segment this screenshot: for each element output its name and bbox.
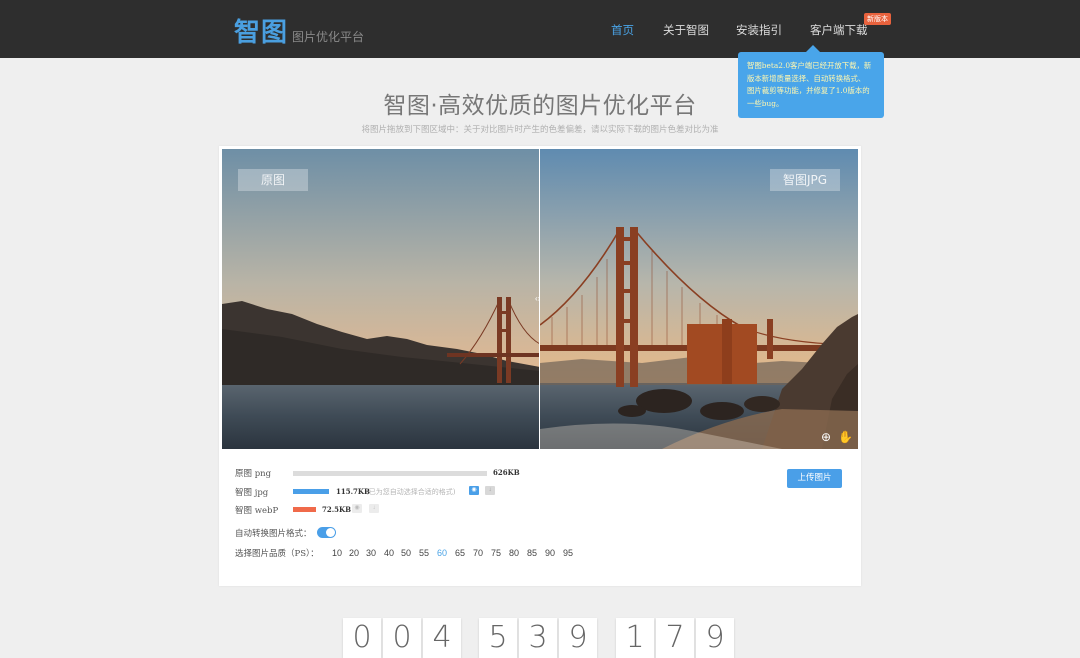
quality-option-80[interactable]: 80 (506, 548, 522, 558)
size-bar-original (293, 471, 487, 476)
upload-image-button[interactable]: 上传图片 (787, 469, 842, 488)
quality-option-30[interactable]: 30 (363, 548, 379, 558)
site-logo[interactable]: 智图 (234, 12, 288, 49)
counter-digit: 4 (432, 620, 452, 655)
quality-label: 选择图片品质（PS）： (235, 549, 319, 559)
counter-digit: 5 (488, 620, 508, 655)
quality-option-60[interactable]: 60 (434, 548, 450, 558)
counter-digit: 3 (528, 620, 548, 655)
quality-option-40[interactable]: 40 (381, 548, 397, 558)
drag-handle-icon[interactable]: ‹› (535, 295, 544, 303)
zoom-icon[interactable]: ⊕ (819, 430, 833, 444)
page-title: 智图·高效优质的图片优化平台 (383, 93, 697, 119)
image-compare-viewer[interactable]: 原图 智图JPG ‹› ⊕ ✋ (222, 149, 858, 449)
size-original: 626KB (493, 468, 520, 477)
size-webp: 72.5KB (322, 505, 352, 514)
counter-digit: 9 (568, 620, 588, 655)
size-bar-fill-original (293, 471, 487, 476)
top-header: 智图 图片优化平台 首页 关于智图 安装指引 客户端下载 新版本 (0, 0, 1080, 58)
counter-digit-box: 0 (383, 618, 421, 658)
nav-about[interactable]: 关于智图 (663, 22, 709, 38)
counter-digit: 1 (625, 620, 645, 655)
preview-webp-icon[interactable]: ◉ (352, 504, 362, 513)
auto-convert-label: 自动转换图片格式： (235, 529, 312, 539)
counter-digit: 0 (352, 620, 372, 655)
counter-digit: 0 (392, 620, 412, 655)
quality-option-55[interactable]: 55 (416, 548, 432, 558)
quality-option-90[interactable]: 90 (542, 548, 558, 558)
preview-jpg-icon[interactable]: ◉ (469, 486, 479, 495)
counter-digit-box: 4 (423, 618, 461, 658)
counter-digit: 7 (665, 620, 685, 655)
quality-option-95[interactable]: 95 (560, 548, 576, 558)
quality-option-65[interactable]: 65 (452, 548, 468, 558)
counter-digit-box: 9 (559, 618, 597, 658)
counter-digit-box: 7 (656, 618, 694, 658)
counter-digit-box: 0 (343, 618, 381, 658)
original-image-label: 原图 (238, 169, 308, 191)
stat-label-jpg: 智图 jpg (235, 488, 269, 498)
optimized-image-label: 智图JPG (770, 169, 840, 191)
page-subtitle: 将图片拖放到下图区域中：关于对比图片时产生的色差偏差，请以实际下载的图片色差对比… (361, 125, 719, 135)
stat-label-original: 原图 png (235, 469, 272, 479)
counter-digit-box: 1 (616, 618, 654, 658)
toggle-knob (326, 528, 335, 537)
nav-client-download[interactable]: 客户端下载 (810, 22, 868, 38)
download-webp-icon[interactable]: ↓ (369, 504, 379, 513)
size-jpg: 115.7KB (336, 487, 370, 496)
quality-option-75[interactable]: 75 (488, 548, 504, 558)
stat-label-webp: 智图 webP (235, 506, 279, 516)
tooltip-line: 版本新增质量选择、自动转换格式、 (747, 73, 866, 83)
counter-digit-box: 5 (479, 618, 517, 658)
tooltip-line: 智图beta2.0客户端已经开放下载，新 (747, 61, 872, 70)
tooltip-arrow (806, 45, 820, 52)
size-bar-fill-webp (293, 507, 316, 512)
download-jpg-icon[interactable]: ↓ (485, 486, 495, 495)
nav-home[interactable]: 首页 (611, 22, 634, 38)
compare-card: 原图 智图JPG ‹› ⊕ ✋ 原图 png 626KB 智图 jpg 115.… (219, 146, 861, 586)
new-version-badge: 新版本 (864, 13, 891, 25)
quality-option-85[interactable]: 85 (524, 548, 540, 558)
auto-format-note: (已为您自动选择合适的格式) (366, 488, 456, 496)
logo-subtitle: 图片优化平台 (292, 30, 365, 44)
quality-option-10[interactable]: 10 (329, 548, 345, 558)
quality-option-70[interactable]: 70 (470, 548, 486, 558)
counter-digit-box: 3 (519, 618, 557, 658)
counter-digit: 9 (705, 620, 725, 655)
auto-convert-toggle[interactable] (317, 527, 336, 538)
size-bar-fill-jpg (293, 489, 329, 494)
hand-drag-icon[interactable]: ✋ (838, 430, 853, 444)
quality-option-20[interactable]: 20 (346, 548, 362, 558)
counter-digit-box: 9 (696, 618, 734, 658)
nav-install-guide[interactable]: 安装指引 (736, 22, 782, 38)
quality-option-50[interactable]: 50 (398, 548, 414, 558)
